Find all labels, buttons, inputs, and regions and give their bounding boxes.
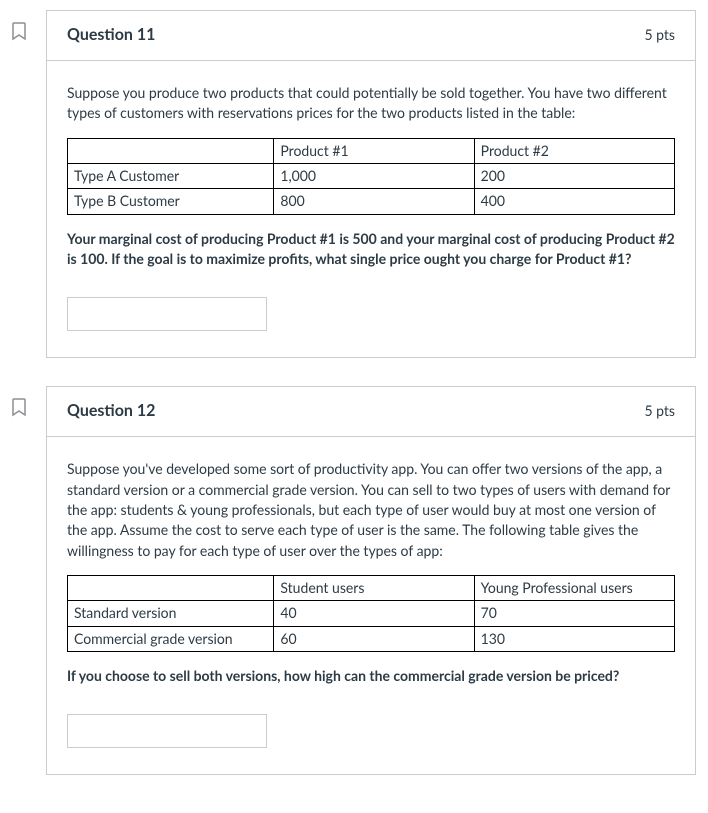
table-cell: Young Professional users bbox=[474, 575, 674, 600]
question-followup: If you choose to sell both versions, how… bbox=[67, 666, 675, 686]
question-intro: Suppose you've developed some sort of pr… bbox=[67, 459, 675, 560]
question-followup: Your marginal cost of producing Product … bbox=[67, 229, 675, 270]
table-cell: 400 bbox=[474, 189, 674, 214]
question-title: Question 11 bbox=[67, 23, 155, 46]
table-cell: 40 bbox=[274, 601, 474, 626]
answer-input[interactable] bbox=[67, 714, 267, 748]
question-12-block: Question 12 5 pts Suppose you've develop… bbox=[12, 386, 696, 775]
willingness-to-pay-table: Student users Young Professional users S… bbox=[67, 575, 675, 652]
table-cell: Standard version bbox=[68, 601, 274, 626]
table-cell: Product #2 bbox=[474, 138, 674, 163]
table-cell: 60 bbox=[274, 626, 474, 651]
question-body: Suppose you've developed some sort of pr… bbox=[47, 437, 695, 774]
table-cell bbox=[68, 575, 274, 600]
answer-input[interactable] bbox=[67, 297, 267, 331]
table-row: Standard version 40 70 bbox=[68, 601, 675, 626]
question-points: 5 pts bbox=[644, 401, 675, 421]
bookmark-col bbox=[12, 386, 46, 775]
table-cell: 130 bbox=[474, 626, 674, 651]
table-row: Product #1 Product #2 bbox=[68, 138, 675, 163]
table-row: Commercial grade version 60 130 bbox=[68, 626, 675, 651]
table-row: Type B Customer 800 400 bbox=[68, 189, 675, 214]
table-cell: 200 bbox=[474, 164, 674, 189]
question-intro: Suppose you produce two products that co… bbox=[67, 83, 675, 124]
question-points: 5 pts bbox=[644, 25, 675, 45]
table-cell: Product #1 bbox=[274, 138, 474, 163]
question-header: Question 12 5 pts bbox=[47, 387, 695, 437]
table-cell: Commercial grade version bbox=[68, 626, 274, 651]
question-card: Question 11 5 pts Suppose you produce tw… bbox=[46, 10, 696, 358]
bookmark-icon[interactable] bbox=[12, 404, 28, 421]
question-title: Question 12 bbox=[67, 399, 155, 422]
table-cell bbox=[68, 138, 274, 163]
table-cell: Type B Customer bbox=[68, 189, 274, 214]
table-row: Type A Customer 1,000 200 bbox=[68, 164, 675, 189]
table-cell: Student users bbox=[274, 575, 474, 600]
table-cell: 70 bbox=[474, 601, 674, 626]
question-header: Question 11 5 pts bbox=[47, 11, 695, 61]
table-cell: 800 bbox=[274, 189, 474, 214]
reservation-price-table: Product #1 Product #2 Type A Customer 1,… bbox=[67, 138, 675, 215]
bookmark-col bbox=[12, 10, 46, 358]
table-cell: Type A Customer bbox=[68, 164, 274, 189]
question-card: Question 12 5 pts Suppose you've develop… bbox=[46, 386, 696, 775]
question-11-block: Question 11 5 pts Suppose you produce tw… bbox=[12, 10, 696, 358]
question-body: Suppose you produce two products that co… bbox=[47, 61, 695, 357]
bookmark-icon[interactable] bbox=[12, 28, 28, 45]
table-row: Student users Young Professional users bbox=[68, 575, 675, 600]
table-cell: 1,000 bbox=[274, 164, 474, 189]
